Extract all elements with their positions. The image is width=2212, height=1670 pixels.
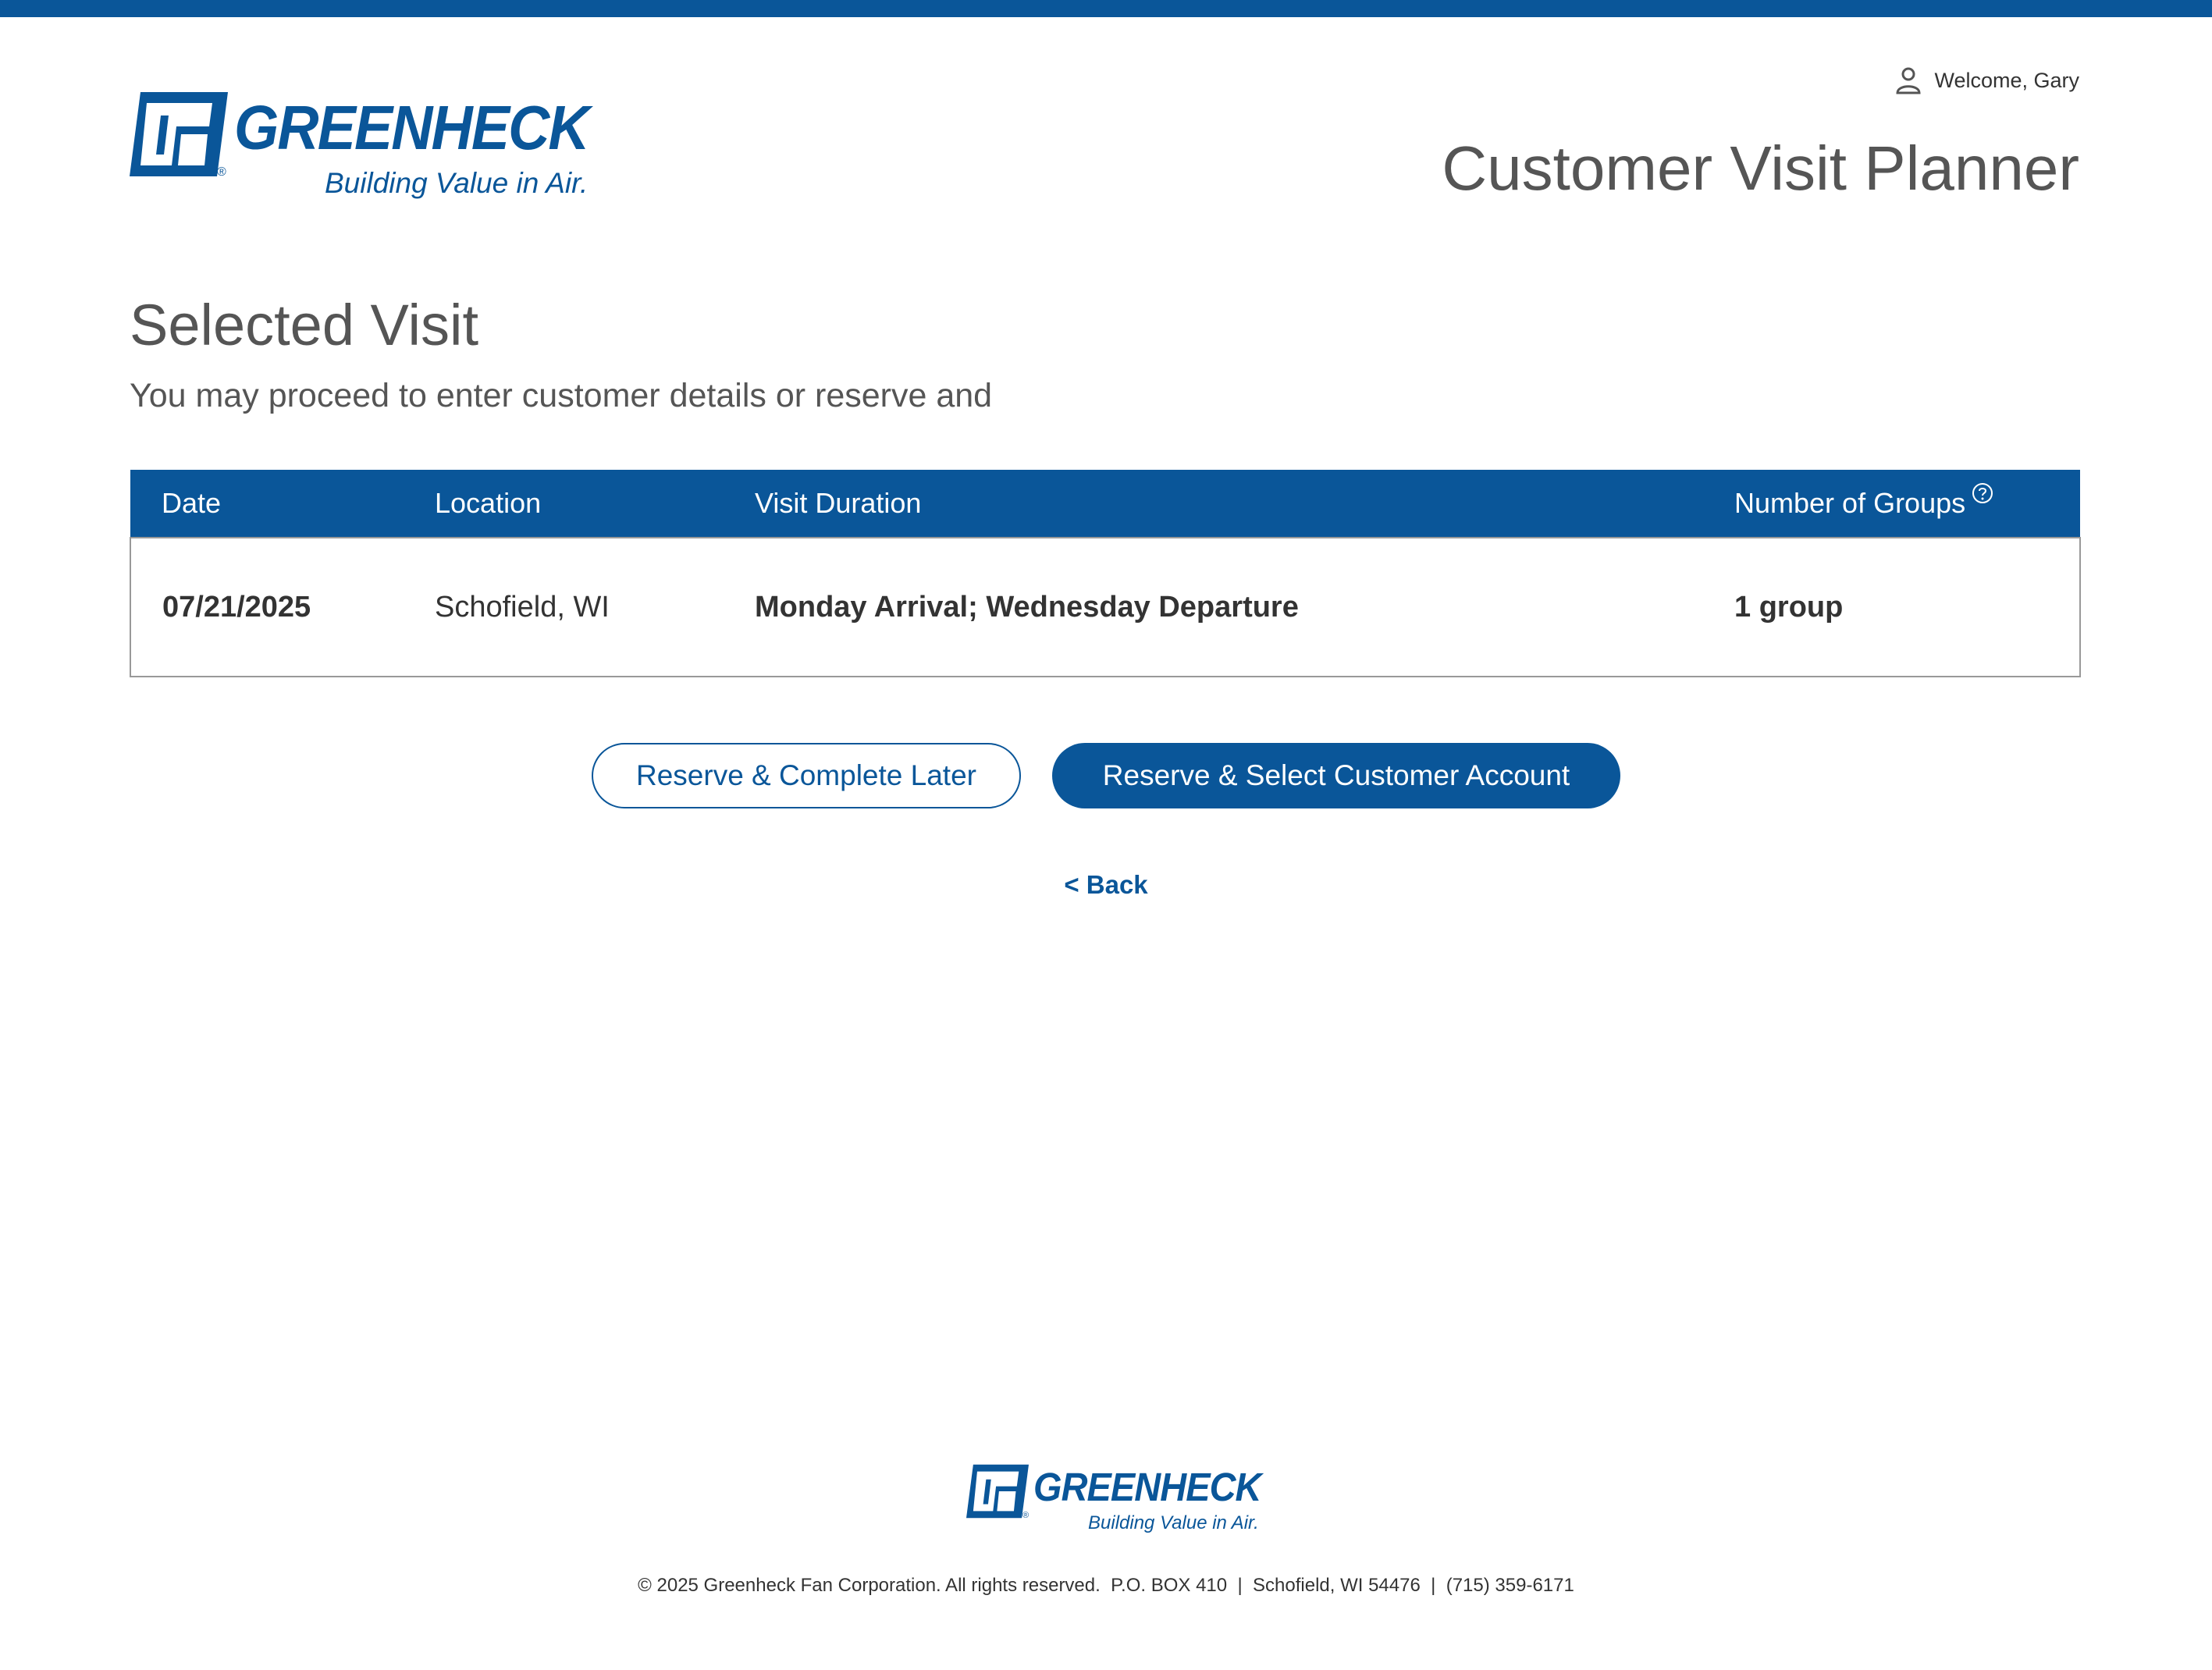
help-circle-icon[interactable] bbox=[1972, 482, 1993, 504]
registered-mark: ® bbox=[217, 165, 226, 179]
cell-date: 07/21/2025 bbox=[130, 537, 404, 677]
top-accent-bar bbox=[0, 0, 2212, 17]
user-icon bbox=[1896, 67, 1921, 94]
cell-groups: 1 group bbox=[1703, 537, 2081, 677]
footer-logo-wordmark: GREENHECK bbox=[1033, 1465, 1261, 1509]
column-header-date-label: Date bbox=[162, 487, 222, 519]
cell-location: Schofield, WI bbox=[404, 537, 724, 677]
logo-wordmark: GREENHECK bbox=[234, 93, 590, 162]
user-welcome[interactable]: Welcome, Gary bbox=[1894, 66, 2079, 95]
column-header-location-label: Location bbox=[435, 487, 542, 519]
greenheck-logo-icon bbox=[966, 1464, 1029, 1519]
column-header-groups-label: Number of Groups bbox=[1734, 487, 1966, 519]
column-header-date: Date bbox=[130, 470, 404, 538]
column-header-groups: Number of Groups bbox=[1703, 470, 2080, 538]
welcome-text: Welcome, Gary bbox=[1934, 68, 2079, 92]
footer-logo: ® GREENHECK Building Value in Air. bbox=[966, 1464, 1261, 1536]
selected-visit-table: Date Location Visit Duration Number of G… bbox=[130, 470, 2081, 677]
column-header-duration-label: Visit Duration bbox=[755, 487, 922, 519]
cell-duration: Monday Arrival; Wednesday Departure bbox=[724, 537, 1703, 677]
app-title: Customer Visit Planner bbox=[1442, 133, 2079, 203]
registered-mark: ® bbox=[1022, 1511, 1030, 1520]
column-header-duration: Visit Duration bbox=[724, 470, 1703, 538]
back-link[interactable]: < Back bbox=[0, 870, 2212, 900]
table-row: 07/21/2025 Schofield, WI Monday Arrival;… bbox=[130, 537, 2081, 677]
footer-copyright: © 2025 Greenheck Fan Corporation. All ri… bbox=[638, 1575, 1574, 1596]
page-title: Selected Visit bbox=[130, 293, 478, 357]
logo-tagline: Building Value in Air. bbox=[325, 167, 589, 199]
reserve-complete-later-button[interactable]: Reserve & Complete Later bbox=[592, 743, 1021, 808]
greenheck-logo[interactable]: ® GREENHECK Building Value in Air. bbox=[130, 92, 590, 205]
column-header-location: Location bbox=[404, 470, 724, 538]
reserve-select-customer-button[interactable]: Reserve & Select Customer Account bbox=[1052, 743, 1620, 808]
table-header-row: Date Location Visit Duration Number of G… bbox=[130, 470, 2080, 538]
page-subtitle: You may proceed to enter customer detail… bbox=[130, 377, 993, 414]
greenheck-logo-icon bbox=[130, 92, 228, 176]
footer-logo-tagline: Building Value in Air. bbox=[1088, 1512, 1259, 1533]
